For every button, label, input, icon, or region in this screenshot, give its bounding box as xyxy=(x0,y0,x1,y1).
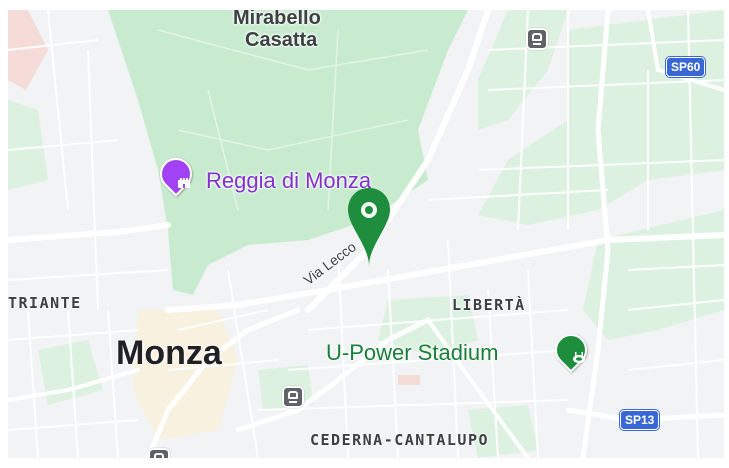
stadium-glyph xyxy=(573,352,585,363)
stadium-label[interactable]: U-Power Stadium xyxy=(326,340,498,366)
district-label-liberta: LIBERTÀ xyxy=(452,296,526,314)
road-shield-sp13: SP13 xyxy=(620,410,660,430)
district-label-triante: TRIANTE xyxy=(8,294,82,312)
train-icon[interactable] xyxy=(148,448,170,458)
park-name-line2: Casatta xyxy=(245,29,318,51)
map-canvas[interactable]: Mirabello Casatta Reggia di Monza Via Le… xyxy=(8,10,724,458)
park-name-line1: Mirabello xyxy=(233,10,321,29)
castle-glyph xyxy=(178,178,190,188)
city-label-monza: Monza xyxy=(116,334,222,372)
map-pin-shape xyxy=(348,188,390,266)
map-pin-icon[interactable] xyxy=(344,186,394,270)
train-icon[interactable] xyxy=(526,28,548,50)
road-shield-sp60: SP60 xyxy=(666,57,706,77)
train-icon[interactable] xyxy=(282,386,304,408)
district-label-cederna: CEDERNA-CANTALUPO xyxy=(310,431,490,449)
